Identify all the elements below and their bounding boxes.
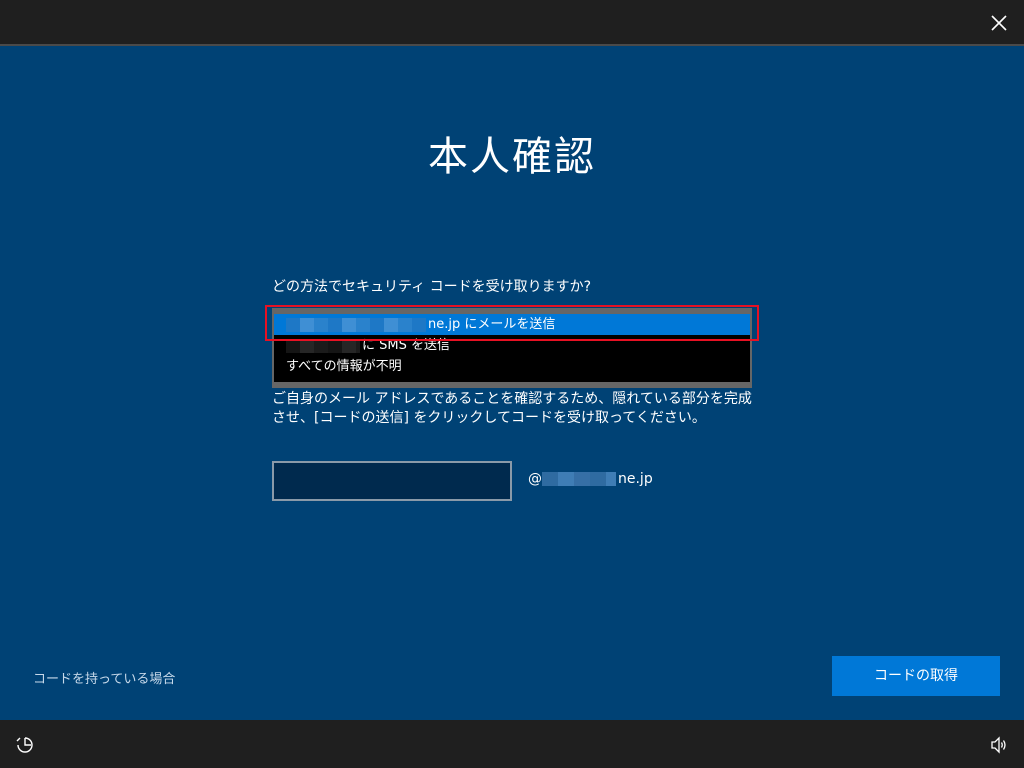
option-none[interactable]: すべての情報が不明 (274, 356, 750, 377)
option-sms-label: に SMS を送信 (362, 338, 450, 353)
email-domain-hint: @ ne.jp (528, 471, 653, 487)
option-none-label: すべての情報が不明 (286, 359, 402, 374)
redacted-email (286, 317, 426, 332)
top-bar (0, 0, 1024, 46)
redacted-phone (286, 338, 360, 353)
get-code-button[interactable]: コードの取得 (832, 656, 1000, 696)
main-panel: 本人確認 どの方法でセキュリティ コードを受け取りますか? ne.jp にメール… (0, 46, 1024, 720)
option-email[interactable]: ne.jp にメールを送信 (274, 314, 750, 335)
have-code-link[interactable]: コードを持っている場合 (33, 668, 175, 687)
option-sms[interactable]: に SMS を送信 (274, 335, 750, 356)
method-listbox[interactable]: ne.jp にメールを送信 に SMS を送信 すべての情報が不明 (272, 308, 752, 388)
page-title: 本人確認 (428, 134, 596, 180)
domain-end: ne.jp (618, 471, 653, 487)
ease-of-access-icon[interactable] (15, 735, 35, 755)
volume-icon[interactable] (990, 736, 1008, 754)
method-question: どの方法でセキュリティ コードを受け取りますか? (272, 279, 592, 295)
redacted-domain (542, 472, 616, 486)
email-input[interactable] (272, 461, 512, 501)
option-email-label: ne.jp にメールを送信 (428, 317, 556, 332)
bottom-bar (0, 720, 1024, 768)
instruction-text: ご自身のメール アドレスであることを確認するため、隠れている部分を完成させ、[コ… (272, 391, 752, 426)
close-icon[interactable] (988, 12, 1010, 34)
at-sign: @ (528, 471, 542, 487)
